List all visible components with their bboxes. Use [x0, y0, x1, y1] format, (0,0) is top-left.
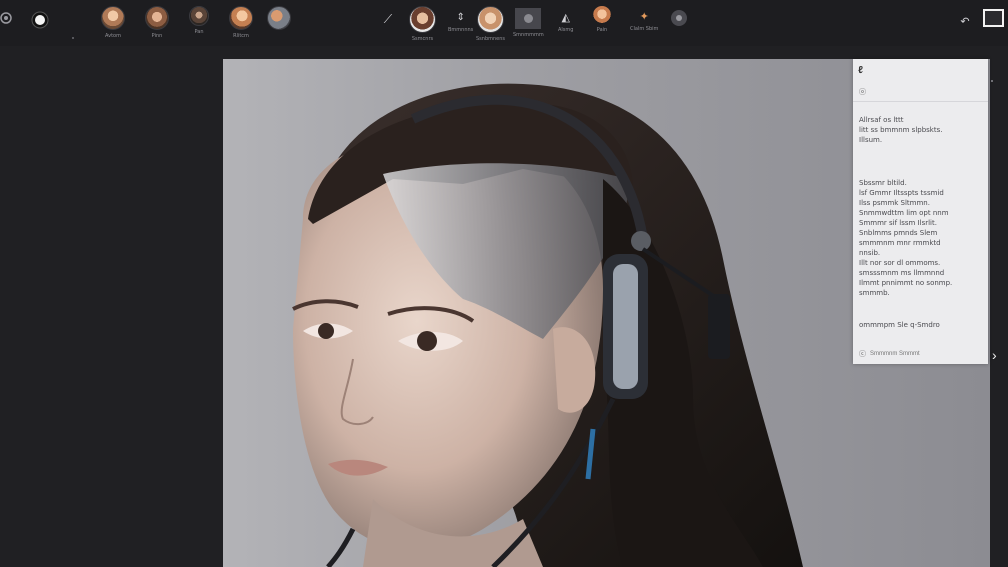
radio-off-icon	[0, 12, 12, 24]
radio-toggle-off[interactable]	[0, 12, 12, 24]
preset-label: Pain	[596, 27, 608, 33]
preset-rlitcm[interactable]: Rlitcm	[229, 6, 253, 39]
separator-dot	[991, 80, 993, 82]
circle-tool[interactable]	[670, 9, 688, 27]
panel-title-icon[interactable]: ℓ	[858, 65, 863, 76]
alsmg-tool[interactable]: ◭ Alsmg	[558, 10, 574, 34]
panel-paragraph-2: Sbssmr bltild. lsf Gmmr Iltsspts tssmid …	[859, 179, 953, 297]
preset-label: Rlitcm	[233, 33, 249, 39]
pen-icon: ⟋	[383, 11, 393, 26]
avatar-thumbnail	[229, 6, 253, 30]
copyright-icon: ⓒ	[859, 351, 866, 358]
tool-label: Bmmnnns	[448, 27, 474, 33]
smnmmmm-tool[interactable]: Smnmmmm	[513, 8, 544, 38]
tool-label: Alsmg	[558, 27, 574, 33]
preset-pinn[interactable]: Pinn	[145, 6, 169, 39]
avatar-thumbnail	[267, 6, 291, 30]
avatar-thumbnail	[189, 6, 209, 26]
window-button[interactable]	[983, 9, 1004, 27]
avatar-thumbnail	[101, 6, 125, 30]
undo-icon: ↶	[960, 15, 970, 28]
panel-subtitle: ⓞ	[859, 89, 866, 96]
panel-paragraph-1: Allrsaf os lttt litt ss bmmnm slpbskts. …	[859, 116, 943, 144]
preset-label: Avtom	[105, 33, 121, 39]
preset-label: Pan	[194, 29, 204, 35]
radio-toggle-on[interactable]	[31, 11, 49, 29]
arrows-icon: ⇕	[456, 11, 465, 23]
preset-plain[interactable]	[267, 6, 291, 30]
preset-avtom[interactable]: Avtom	[101, 6, 125, 39]
brush-icon: ◭	[561, 11, 570, 24]
window-icon	[983, 9, 1004, 27]
preset-ssmcnrs[interactable]: Ssmcnrs	[409, 6, 436, 42]
info-panel: ℓ ⓞ Allrsaf os lttt litt ss bmmnm slpbsk…	[853, 59, 988, 364]
preset-label: Ssnbmnens	[476, 36, 506, 42]
radio-on-icon	[31, 11, 49, 29]
preset-pain[interactable]: Pain	[593, 6, 611, 33]
avatar-thumbnail	[409, 6, 436, 33]
flame-icon: ✦	[639, 10, 649, 23]
clalm-sbim-tool[interactable]: ✦ Clalm Sbim	[630, 9, 659, 33]
preset-pan[interactable]: Pan	[189, 6, 209, 35]
tool-label: Smnmmmm	[513, 32, 544, 38]
pen-tool[interactable]: ⟋	[381, 12, 395, 26]
bmmnnns-tool[interactable]: ⇕ Bmmnnns	[448, 10, 474, 34]
avatar-thumbnail	[145, 6, 169, 30]
square-swatch-icon	[515, 8, 542, 29]
top-toolbar: Avtom Pinn Pan Rlitcm ⟋ Ssmcnrs ⇕ Bmmnnn…	[0, 0, 1008, 46]
preset-label: Ssmcnrs	[411, 36, 434, 42]
panel-header: ℓ ⓞ	[853, 59, 988, 102]
avatar-thumbnail	[593, 6, 611, 24]
panel-paragraph-3: ommmpm Sle q-Smdro	[859, 321, 940, 329]
avatar-thumbnail	[477, 6, 504, 33]
panel-footer[interactable]: ⓒ Smmmnm Smmmt	[859, 349, 920, 359]
tool-label: Clalm Sbim	[630, 26, 659, 32]
circle-icon	[671, 10, 687, 26]
separator-dot	[72, 37, 74, 39]
undo-button[interactable]: ↶	[958, 14, 972, 28]
preset-ssnbmnens[interactable]: Ssnbmnens	[476, 6, 505, 42]
panel-footer-label: Smmmnm Smmmt	[870, 351, 920, 357]
chevron-right-icon[interactable]: ›	[992, 347, 997, 363]
preset-label: Pinn	[151, 33, 163, 39]
